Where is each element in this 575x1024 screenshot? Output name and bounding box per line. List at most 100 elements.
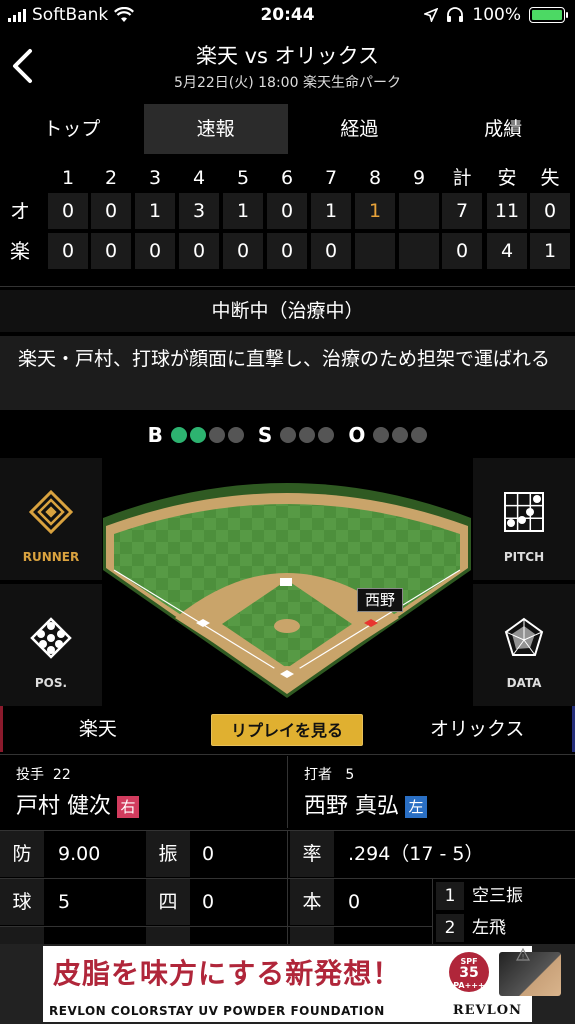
stat-value-homeruns: 0: [348, 891, 361, 913]
batter-name-row: 西野 真弘左: [304, 788, 427, 820]
strikes-dot: [280, 427, 297, 443]
outs-label: O: [348, 423, 366, 447]
replay-button[interactable]: リプレイを見る: [211, 714, 363, 746]
balls-dot: [170, 427, 187, 443]
strikes-group: S: [257, 423, 335, 447]
batter-card[interactable]: 打者 5 西野 真弘左: [288, 756, 575, 828]
balls-dot: [189, 427, 206, 443]
inning-label: 7: [324, 167, 338, 189]
inning-label: 安: [497, 167, 517, 189]
pitch-button[interactable]: PITCH: [473, 458, 575, 580]
battery-icon: [529, 7, 568, 23]
stat-key-partial: [0, 927, 44, 944]
status-right: 100%: [424, 5, 568, 25]
score-cell: 0: [267, 193, 307, 229]
pitch-label: PITCH: [503, 550, 545, 564]
pitcher-hand-badge: 右: [117, 796, 139, 818]
inning-label: 1: [61, 167, 75, 189]
spf-value: 35: [459, 965, 479, 981]
pitcher-card[interactable]: 投手 22 戸村 健次右: [0, 756, 287, 828]
strikes-dot: [318, 427, 335, 443]
score-cell: 1: [135, 193, 175, 229]
pitcher-role: 投手 22: [16, 764, 71, 784]
divider: [287, 830, 288, 944]
strikes-label: S: [257, 423, 273, 447]
data-button[interactable]: DATA: [473, 584, 575, 706]
score-cell: 7: [442, 193, 482, 229]
divider: [0, 754, 575, 755]
divider: [0, 926, 432, 927]
inning-label: 8: [368, 167, 382, 189]
score-cell: 0: [91, 233, 131, 269]
ad-content[interactable]: 皮脂を味方にする新発想！ SPF 35 PA+++ REVLON COLORSTAY…: [43, 946, 561, 1022]
score-cell: 11: [487, 193, 527, 229]
batter-role-label: 打者: [304, 767, 332, 783]
tab-live[interactable]: 速報: [143, 104, 288, 154]
score-cell: 0: [442, 233, 482, 269]
balls-dot: [227, 427, 244, 443]
score-cell: 1: [530, 233, 570, 269]
data-label: DATA: [506, 676, 542, 690]
score-cell: 4: [487, 233, 527, 269]
stat-key-pitches: 球: [0, 879, 44, 925]
score-cell: 0: [48, 233, 88, 269]
score-cell: 1: [311, 193, 351, 229]
tab-bar: トップ 速報 経過 成績: [0, 104, 575, 154]
position-label: POS.: [34, 676, 68, 690]
score-cell: 0: [91, 193, 131, 229]
game-info: 5月22日(火) 18:00 楽天生命パーク: [174, 75, 401, 91]
stat-key-era: 防: [0, 831, 44, 877]
pitcher-name-row: 戸村 健次右: [16, 788, 139, 820]
ad-headline: 皮脂を味方にする新発想！: [53, 957, 402, 990]
inning-label: 5: [236, 167, 250, 189]
runner-button[interactable]: RUNNER: [0, 458, 102, 580]
divider: [0, 286, 575, 287]
score-cell: 0: [223, 233, 263, 269]
inning-label: 失: [540, 167, 560, 189]
spf-badge: SPF 35 PA+++: [449, 952, 489, 992]
tab-top[interactable]: トップ: [0, 104, 144, 154]
divider: [432, 878, 433, 944]
inning-label: 3: [148, 167, 162, 189]
batter-tag: 西野: [357, 588, 403, 612]
outs-dot: [373, 427, 390, 443]
at-bat-number: 2: [436, 914, 464, 942]
tab-progress[interactable]: 経過: [288, 104, 432, 154]
ad-banner[interactable]: 皮脂を味方にする新発想！ SPF 35 PA+++ REVLON COLORSTAY…: [0, 944, 575, 1024]
score-cell: 0: [135, 233, 175, 269]
score-cell: 3: [179, 193, 219, 229]
team-abbrev: オ: [10, 199, 30, 223]
inning-label: 2: [104, 167, 118, 189]
strikes-dot: [299, 427, 316, 443]
score-cell: [399, 193, 439, 229]
interrupt-status: 中断中（治療中）: [0, 290, 575, 332]
ad-product: REVLON COLORSTAY UV POWDER FOUNDATION: [49, 1004, 385, 1018]
count-indicator: BS O: [0, 414, 575, 456]
radar-chart-icon: [504, 617, 544, 656]
inning-label: 計: [452, 167, 472, 189]
at-bat-number: 1: [436, 882, 464, 910]
at-bat-result: 空三振: [472, 886, 523, 906]
score-cell: 1: [355, 193, 395, 229]
pitch-grid-icon: [504, 492, 544, 532]
team-away-button[interactable]: オリックス: [382, 706, 575, 752]
pitcher-name: 戸村 健次: [16, 794, 111, 819]
tab-results[interactable]: 成績: [431, 104, 575, 154]
batter-number: 5: [345, 767, 355, 783]
score-cell: 0: [179, 233, 219, 269]
score-cell: 1: [223, 193, 263, 229]
stat-value-pitches: 5: [58, 891, 71, 913]
stat-key-homeruns: 本: [290, 879, 334, 925]
stat-value-strikeouts: 0: [202, 843, 215, 865]
outs-group: O: [348, 423, 428, 447]
ad-brand: REVLON: [452, 1003, 522, 1018]
score-cell: [399, 233, 439, 269]
ad-info-icon[interactable]: !: [516, 948, 530, 962]
team-home-button[interactable]: 楽天: [0, 706, 193, 752]
svg-text:!: !: [522, 953, 525, 961]
page-title: 楽天 vs オリックス: [195, 44, 380, 68]
position-button[interactable]: POS.: [0, 584, 102, 706]
news-text: 楽天・戸村、打球が顔面に直撃し、治療のため担架で運ばれる: [0, 336, 575, 410]
stat-key-average: 率: [290, 831, 334, 877]
balls-group: B: [148, 423, 244, 447]
